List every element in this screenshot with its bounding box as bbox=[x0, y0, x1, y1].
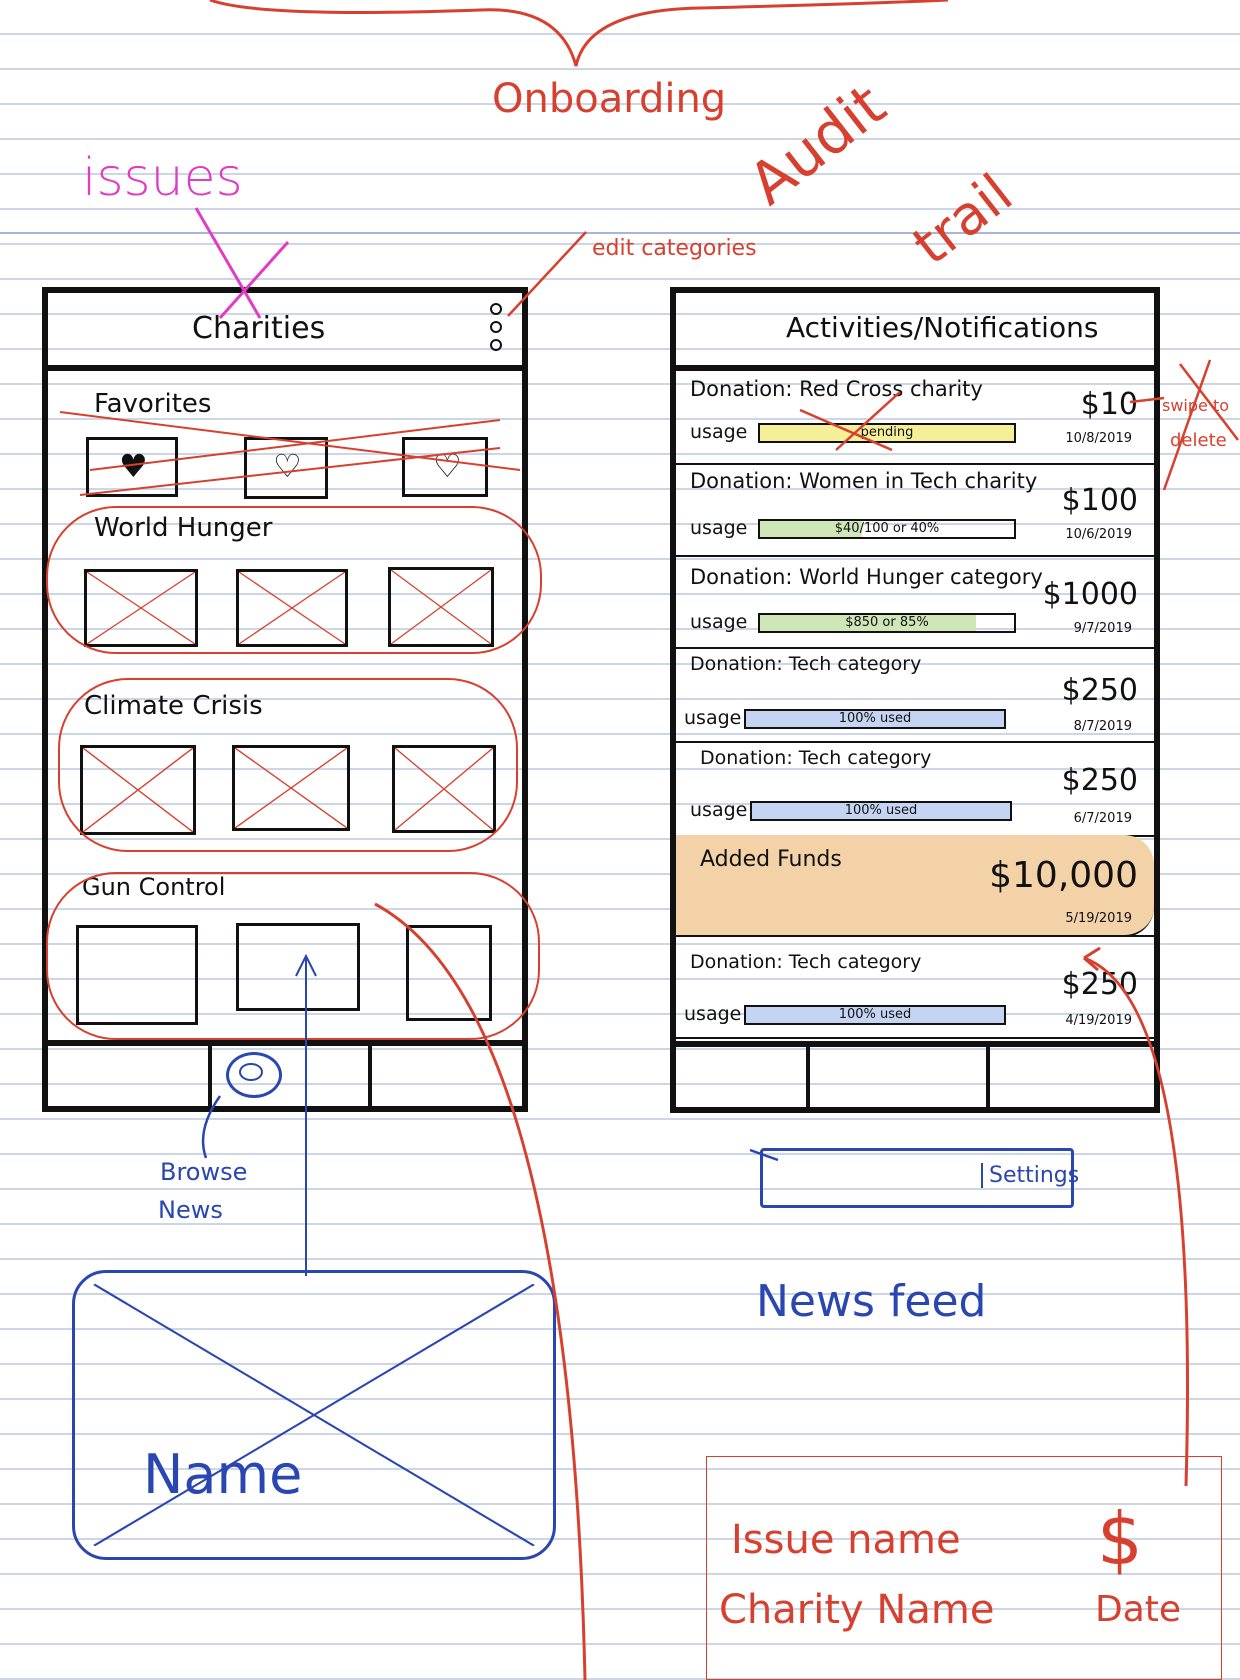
usage-label: usage bbox=[690, 421, 748, 443]
usage-bar: 100% used bbox=[750, 801, 1012, 821]
dollar-icon: $ bbox=[1097, 1497, 1143, 1581]
notebook-margin-line bbox=[0, 232, 1240, 234]
added-funds-title: Added Funds bbox=[700, 847, 842, 872]
activity-card-sketch[interactable]: Issue name Charity Name $ Date bbox=[706, 1456, 1222, 1680]
usage-bar: $40/100 or 40% bbox=[758, 519, 1016, 539]
activity-item[interactable]: Donation: Tech category usage 100% used … bbox=[676, 647, 1154, 743]
added-funds-amount: $10,000 bbox=[989, 855, 1138, 896]
favorite-thumb-3[interactable]: ♡ bbox=[402, 437, 488, 497]
activity-item[interactable]: Donation: Red Cross charity usage pendin… bbox=[676, 371, 1154, 465]
added-funds-date: 5/19/2019 bbox=[1065, 911, 1132, 926]
usage-bar-text: 100% used bbox=[844, 803, 918, 818]
tab-divider bbox=[986, 1047, 990, 1107]
heart-icon: ♡ bbox=[433, 447, 462, 485]
delete-label: delete bbox=[1170, 430, 1227, 451]
activity-amount: $250 bbox=[1061, 967, 1138, 1002]
usage-bar-text: pending bbox=[860, 425, 914, 440]
activities-title: Activities/Notifications bbox=[786, 311, 1099, 344]
usage-bar: 100% used bbox=[744, 709, 1006, 729]
activity-item[interactable]: Donation: World Hunger category usage $8… bbox=[676, 555, 1154, 649]
news-feed-label: News feed bbox=[756, 1276, 987, 1327]
more-options-icon[interactable] bbox=[490, 303, 502, 353]
usage-label: usage bbox=[690, 517, 748, 539]
swipe-to-label: swipe to bbox=[1162, 396, 1230, 415]
card-name-label: Name bbox=[143, 1443, 303, 1506]
activity-date: 10/8/2019 bbox=[1065, 431, 1132, 446]
activities-phone: Activities/Notifications Donation: Red C… bbox=[670, 287, 1160, 1113]
issue-name-label: Issue name bbox=[731, 1517, 961, 1563]
activity-amount: $250 bbox=[1061, 763, 1138, 798]
news-card[interactable]: Name bbox=[72, 1270, 556, 1560]
annotation-loop-world-hunger bbox=[46, 506, 542, 654]
date-label: Date bbox=[1095, 1589, 1182, 1630]
tab-divider bbox=[368, 1046, 372, 1106]
news-label: News bbox=[158, 1196, 223, 1224]
onboarding-label: Onboarding bbox=[492, 76, 727, 122]
activity-title: Donation: World Hunger category bbox=[690, 565, 1043, 589]
settings-label: Settings bbox=[981, 1163, 1079, 1188]
usage-label: usage bbox=[690, 611, 748, 633]
favorite-thumb-1[interactable]: ♥ bbox=[86, 437, 178, 497]
globe-icon[interactable] bbox=[226, 1052, 282, 1098]
activity-amount: $1000 bbox=[1042, 577, 1138, 612]
activities-header: Activities/Notifications bbox=[676, 293, 1154, 371]
activity-date: 4/19/2019 bbox=[1065, 1013, 1132, 1028]
charities-tabbar bbox=[48, 1040, 522, 1106]
issues-label: issues bbox=[82, 148, 243, 208]
added-funds-item[interactable]: Added Funds $10,000 5/19/2019 bbox=[676, 835, 1154, 937]
audit-label: Audit bbox=[736, 70, 898, 218]
trail-label: trail bbox=[901, 161, 1024, 277]
heart-icon: ♥ bbox=[119, 447, 148, 485]
usage-bar-text: 100% used bbox=[838, 1007, 912, 1022]
activity-amount: $250 bbox=[1061, 673, 1138, 708]
settings-bar[interactable]: Settings bbox=[760, 1148, 1079, 1208]
activity-title: Donation: Tech category bbox=[690, 951, 922, 973]
favorite-thumb-2[interactable]: ♡ bbox=[244, 437, 328, 499]
activity-title: Donation: Tech category bbox=[690, 653, 922, 675]
browse-label: Browse bbox=[160, 1158, 248, 1186]
edit-categories-label: edit categories bbox=[592, 236, 757, 261]
activity-item[interactable]: Donation: Tech category usage 100% used … bbox=[676, 741, 1154, 837]
activity-item[interactable]: Donation: Women in Tech charity usage $4… bbox=[676, 463, 1154, 557]
usage-bar: 100% used bbox=[744, 1005, 1006, 1025]
annotation-loop-climate bbox=[58, 678, 518, 852]
activity-title: Donation: Women in Tech charity bbox=[690, 469, 1038, 493]
charities-header: Charities bbox=[48, 293, 522, 371]
usage-label: usage bbox=[684, 1003, 742, 1025]
charity-name-label: Charity Name bbox=[719, 1587, 995, 1633]
annotation-loop-gun-control bbox=[46, 872, 540, 1040]
tab-divider bbox=[806, 1047, 810, 1107]
activity-title: Donation: Red Cross charity bbox=[690, 377, 983, 401]
usage-bar-text: $40/100 or 40% bbox=[834, 521, 940, 536]
activity-date: 10/6/2019 bbox=[1065, 527, 1132, 542]
activity-date: 6/7/2019 bbox=[1073, 811, 1132, 826]
activity-title: Donation: Tech category bbox=[700, 747, 932, 769]
usage-bar-text: $850 or 85% bbox=[845, 615, 929, 630]
usage-bar-text: 100% used bbox=[838, 711, 912, 726]
charities-title: Charities bbox=[192, 311, 326, 346]
image-placeholder-icon bbox=[93, 1283, 535, 1547]
usage-bar: pending bbox=[758, 423, 1016, 443]
tab-divider bbox=[208, 1046, 212, 1106]
usage-label: usage bbox=[684, 707, 742, 729]
activities-tabbar bbox=[676, 1041, 1154, 1107]
activity-amount: $10 bbox=[1080, 387, 1138, 422]
activity-amount: $100 bbox=[1061, 483, 1138, 518]
usage-label: usage bbox=[690, 799, 748, 821]
section-favorites: Favorites bbox=[94, 389, 212, 419]
activity-item[interactable]: Donation: Tech category usage 100% used … bbox=[676, 935, 1154, 1039]
heart-icon: ♡ bbox=[273, 447, 302, 485]
activity-date: 9/7/2019 bbox=[1073, 621, 1132, 636]
usage-bar: $850 or 85% bbox=[758, 613, 1016, 633]
activity-date: 8/7/2019 bbox=[1073, 719, 1132, 734]
